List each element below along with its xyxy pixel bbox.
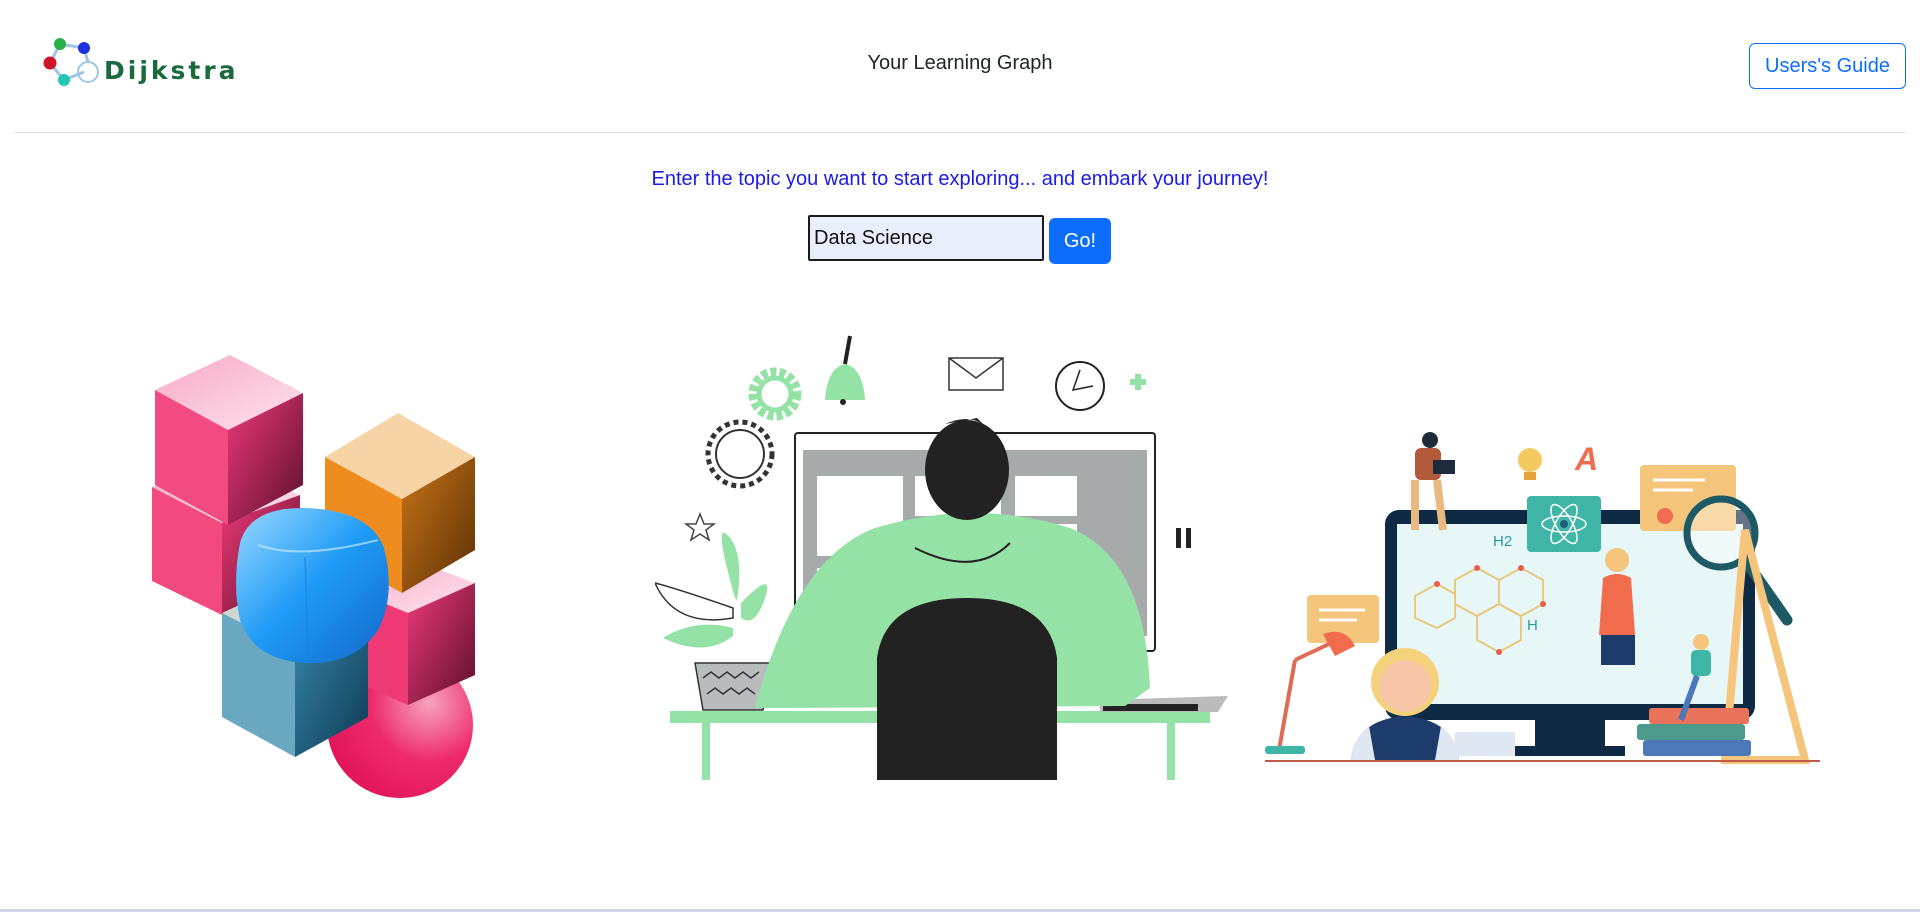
navbar: Dijkstra Your Learning Graph Users's Gui…	[14, 0, 1906, 133]
desk-illustration	[655, 335, 1228, 780]
svg-text:A: A	[1574, 441, 1598, 477]
education-illustration: H2 H A	[1265, 432, 1820, 764]
page: Dijkstra Your Learning Graph Users's Gui…	[0, 0, 1920, 912]
cubes-illustration	[152, 355, 475, 798]
topic-input[interactable]	[808, 215, 1044, 261]
svg-text:H2: H2	[1493, 533, 1512, 550]
svg-text:H: H	[1527, 617, 1538, 634]
users-guide-button[interactable]: Users's Guide	[1749, 43, 1906, 89]
go-button[interactable]: Go!	[1049, 218, 1111, 264]
topic-prompt: Enter the topic you want to start explor…	[651, 168, 1269, 190]
page-title: Your Learning Graph	[867, 52, 1053, 74]
gear-icon	[748, 367, 802, 421]
